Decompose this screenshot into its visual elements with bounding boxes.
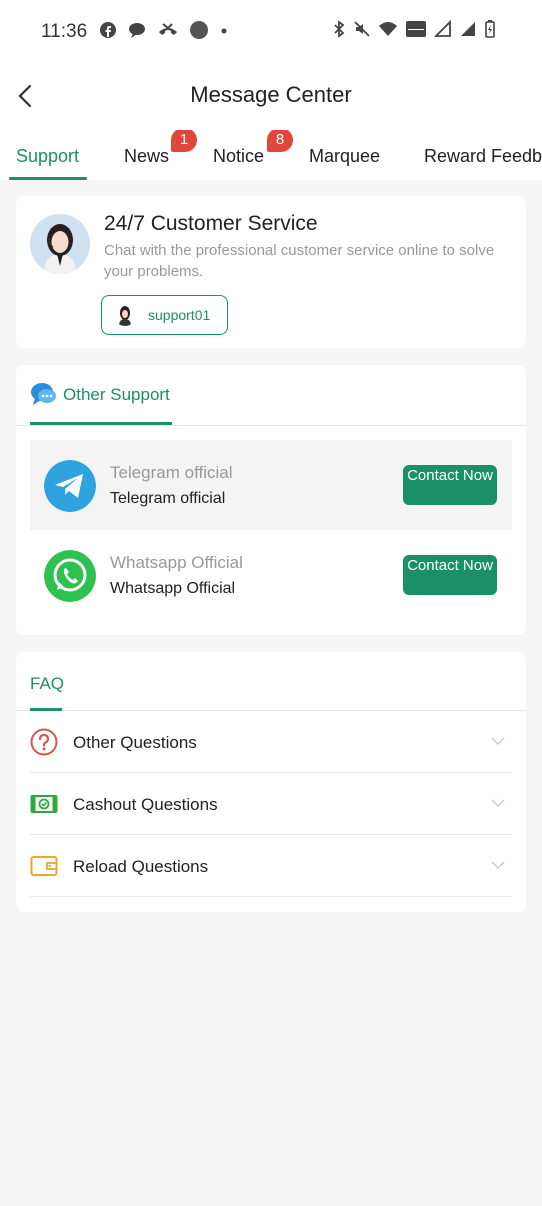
faq-item-cashout-questions[interactable]: Cashout Questions	[30, 773, 512, 835]
faq-item-label: Cashout Questions	[73, 795, 218, 814]
telegram-title: Telegram official	[110, 463, 233, 482]
bluetooth-icon	[334, 20, 345, 38]
battery-icon	[485, 20, 495, 38]
customer-service-title: 24/7 Customer Service	[104, 212, 318, 235]
whatsapp-subtitle: Whatsapp Official	[110, 580, 236, 597]
whatsapp-row: Whatsapp Official Whatsapp Official Cont…	[30, 530, 512, 620]
wallet-icon	[30, 856, 58, 876]
customer-service-avatar	[30, 214, 90, 274]
wifi-icon	[379, 22, 397, 36]
customer-service-description: Chat with the professional customer serv…	[104, 242, 495, 280]
whatsapp-icon	[44, 550, 96, 602]
chevron-down-icon	[491, 861, 505, 870]
signal-2-icon	[461, 22, 475, 36]
chevron-down-icon	[491, 799, 505, 808]
faq-item-label: Other Questions	[73, 733, 197, 752]
agent-button[interactable]: support01	[101, 295, 228, 335]
divider	[16, 425, 526, 426]
status-time: 11:36	[41, 21, 88, 42]
faq-item-reload-questions[interactable]: Reload Questions	[30, 835, 512, 897]
agent-avatar	[114, 304, 136, 326]
dot-icon	[221, 28, 227, 34]
faq-item-label: Reload Questions	[73, 857, 209, 876]
cash-icon	[30, 795, 58, 813]
circle-icon	[190, 21, 208, 39]
chat-dots-icon	[31, 383, 56, 405]
telegram-icon	[44, 460, 96, 512]
facebook-icon	[100, 22, 116, 38]
missed-call-icon	[159, 23, 177, 35]
whatsapp-contact-button[interactable]: Contact Now	[403, 555, 497, 595]
faq-title: FAQ	[30, 674, 65, 693]
tab-notice[interactable]: Notice	[213, 146, 264, 167]
tab-news[interactable]: News	[124, 146, 169, 167]
chevron-down-icon	[491, 737, 505, 746]
customer-service-card: 24/7 Customer Service Chat with the prof…	[16, 196, 526, 348]
status-bar: 11:36	[0, 0, 542, 62]
tab-bar: Support News 1 Notice 8 Marquee Reward F…	[0, 130, 542, 180]
volte-wifi-icon	[406, 21, 426, 37]
question-icon	[30, 728, 58, 756]
telegram-contact-button[interactable]: Contact Now	[403, 465, 497, 505]
notice-badge: 8	[267, 130, 293, 152]
page-title: Message Center	[190, 82, 352, 107]
faq-card: FAQ Other Questions Cashout Questions Re…	[16, 652, 526, 912]
tab-reward-feedback[interactable]: Reward Feedba	[424, 146, 542, 167]
signal-1-icon	[434, 20, 451, 37]
other-support-indicator	[30, 422, 172, 425]
whatsapp-title: Whatsapp Official	[110, 553, 243, 572]
tab-marquee[interactable]: Marquee	[309, 146, 380, 167]
agent-name: support01	[148, 307, 211, 323]
active-tab-indicator	[9, 177, 87, 180]
other-support-card: Other Support Telegram official Telegram…	[16, 365, 526, 635]
news-badge: 1	[171, 130, 197, 152]
tab-support[interactable]: Support	[16, 146, 79, 167]
header: Message Center	[0, 62, 542, 130]
other-support-title: Other Support	[63, 385, 170, 404]
status-right-icons	[332, 20, 496, 38]
chat-bubble-icon	[129, 23, 145, 38]
faq-item-other-questions[interactable]: Other Questions	[30, 711, 512, 773]
status-left-icons	[99, 20, 229, 40]
telegram-subtitle: Telegram official	[110, 490, 226, 507]
mute-icon	[354, 21, 370, 37]
telegram-row: Telegram official Telegram official Cont…	[30, 440, 512, 530]
